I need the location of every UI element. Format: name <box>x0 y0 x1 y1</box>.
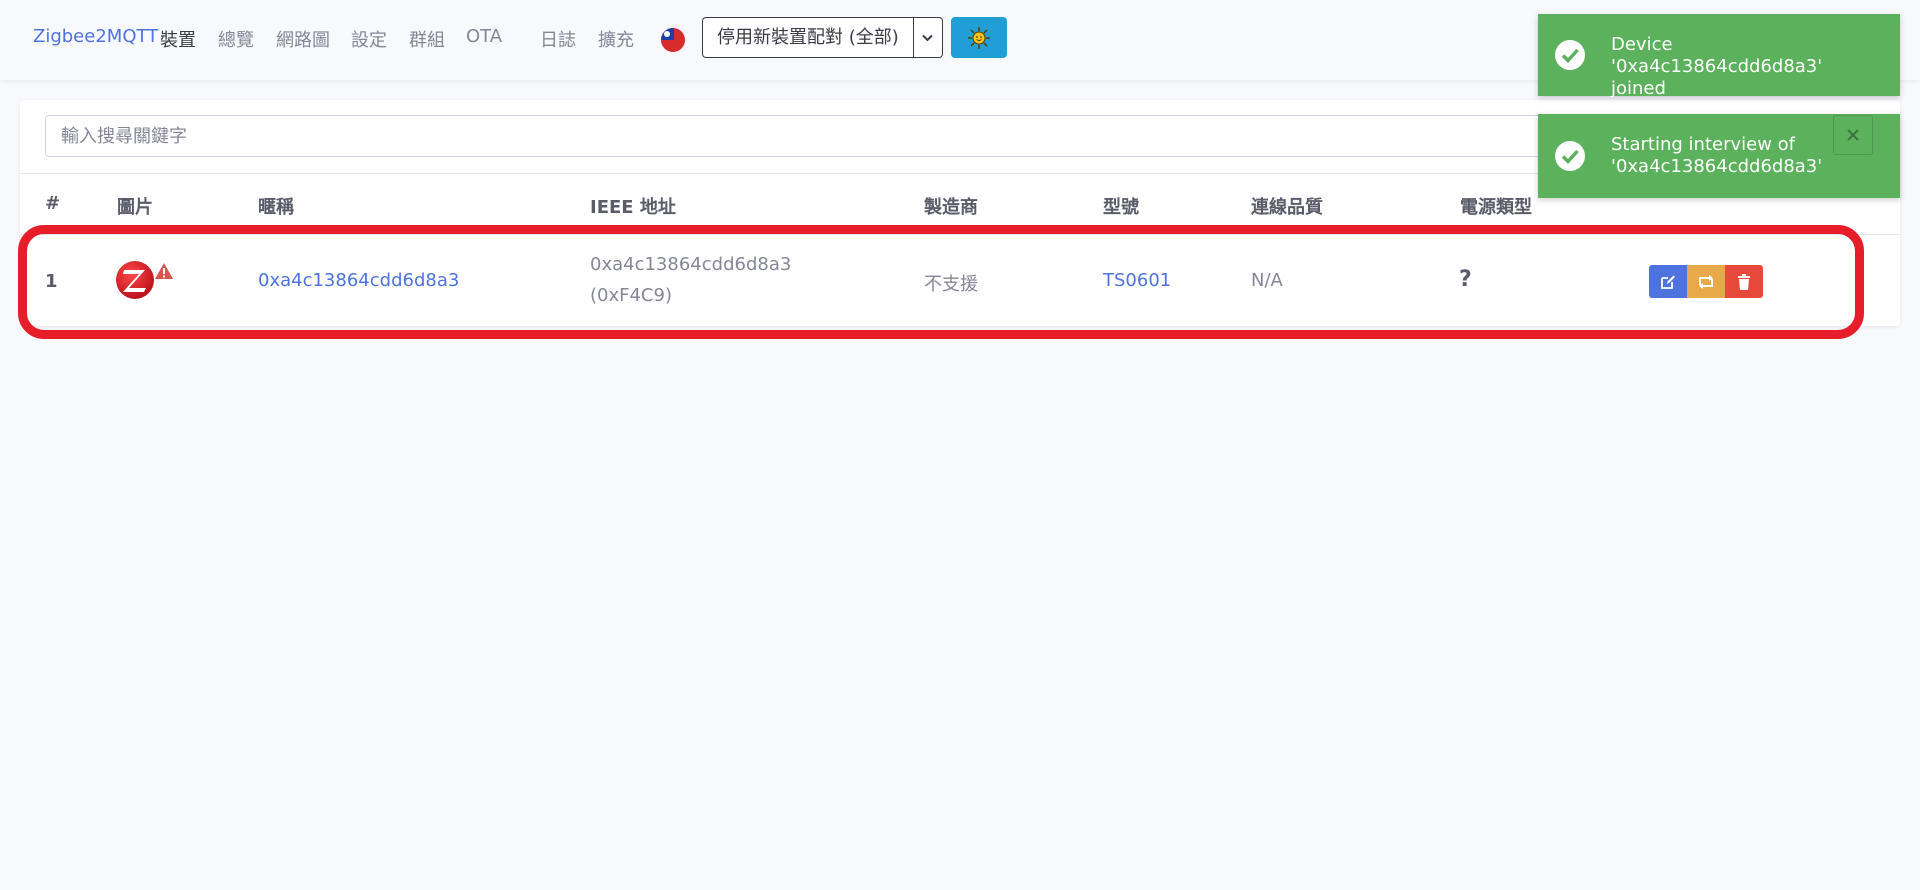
nav-devices[interactable]: 裝置 <box>160 26 196 52</box>
row-actions <box>1649 265 1763 298</box>
nav-settings[interactable]: 設定 <box>351 26 387 52</box>
column-header-index[interactable]: # <box>45 193 60 214</box>
device-model-link[interactable]: TS0601 <box>1103 270 1171 291</box>
permit-join-dropdown-toggle[interactable] <box>913 17 943 58</box>
toast-message: Device '0xa4c13864cdd6d8a3' joined <box>1611 34 1823 99</box>
nav-network-map[interactable]: 網路圖 <box>276 26 330 52</box>
column-header-manufacturer[interactable]: 製造商 <box>924 193 978 219</box>
rename-device-button[interactable] <box>1687 265 1725 298</box>
brand-link[interactable]: Zigbee2MQTT <box>33 26 158 47</box>
device-manufacturer: 不支援 <box>924 274 978 295</box>
header-divider-bottom <box>20 234 1900 235</box>
warning-icon <box>154 262 174 280</box>
check-circle-icon <box>1555 141 1585 171</box>
nav-ota[interactable]: OTA <box>466 26 502 47</box>
nav-logs[interactable]: 日誌 <box>540 26 576 52</box>
flag-sun <box>664 31 670 37</box>
column-header-power-source[interactable]: 電源類型 <box>1460 193 1532 219</box>
row-index: 1 <box>45 271 58 292</box>
column-header-image[interactable]: 圖片 <box>117 193 153 219</box>
permit-join-split-button: 停用新裝置配對 (全部) <box>702 17 943 58</box>
device-ieee-address: 0xa4c13864cdd6d8a3 <box>590 254 792 275</box>
remove-device-button[interactable] <box>1725 265 1763 298</box>
chevron-down-icon <box>922 34 933 41</box>
column-header-ieee-address[interactable]: IEEE 地址 <box>590 193 676 219</box>
nav-groups[interactable]: 群組 <box>409 26 445 52</box>
edit-icon <box>1661 275 1675 289</box>
toast-close-button[interactable] <box>1833 115 1873 155</box>
trash-icon <box>1738 273 1750 290</box>
edit-device-button[interactable] <box>1649 265 1687 298</box>
nav-dashboard[interactable]: 總覽 <box>218 26 254 52</box>
column-header-model[interactable]: 型號 <box>1103 193 1139 219</box>
column-header-lqi[interactable]: 連線品質 <box>1251 193 1323 219</box>
nav-extensions[interactable]: 擴充 <box>598 26 634 52</box>
taiwan-flag-icon[interactable] <box>661 28 685 52</box>
device-power-source: ? <box>1459 267 1472 292</box>
column-header-friendly-name[interactable]: 暱稱 <box>258 193 294 219</box>
zigbee-logo-icon <box>115 260 155 300</box>
device-lqi: N/A <box>1251 270 1283 291</box>
check-circle-icon <box>1555 40 1585 70</box>
theme-toggle-button[interactable] <box>951 17 1007 58</box>
device-friendly-name-link[interactable]: 0xa4c13864cdd6d8a3 <box>258 270 459 291</box>
rename-icon <box>1699 274 1713 289</box>
toast-device-joined[interactable]: Device '0xa4c13864cdd6d8a3' joined <box>1538 14 1900 99</box>
sun-icon <box>968 26 990 49</box>
close-icon <box>1847 129 1859 141</box>
permit-join-button[interactable]: 停用新裝置配對 (全部) <box>702 17 914 58</box>
device-network-address: (0xF4C9) <box>590 285 672 306</box>
